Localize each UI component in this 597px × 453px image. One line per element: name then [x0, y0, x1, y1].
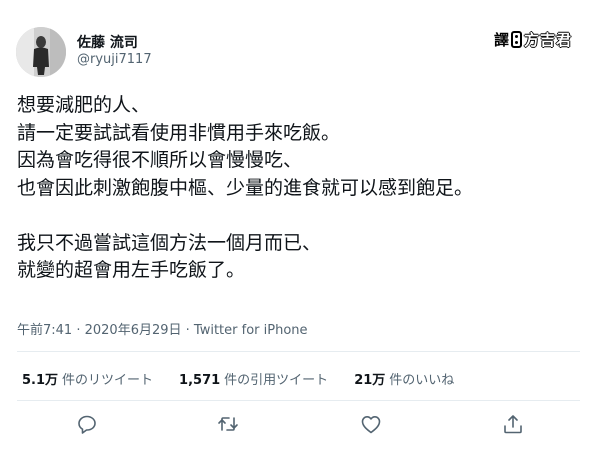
likes-stat[interactable]: 21万 件のいいね — [354, 369, 454, 388]
tweet-time[interactable]: 午前7:41 — [17, 323, 72, 338]
retweet-button[interactable] — [216, 412, 240, 436]
retweets-label: 件のリツイート — [62, 373, 154, 388]
retweets-stat[interactable]: 5.1万 件のリツイート — [22, 369, 153, 388]
tweet-line: 因為會吃得很不順所以會慢慢吃、 — [17, 149, 303, 171]
heart-icon — [361, 416, 381, 434]
meta-separator: · — [181, 323, 194, 338]
tweet-line: 也會因此刺激飽腹中樞、少量的進食就可以感到飽足。 — [17, 176, 474, 199]
watermark-prefix: 譯 — [494, 30, 510, 49]
reply-button[interactable] — [75, 412, 99, 436]
display-name[interactable]: 佐藤 流司 — [77, 32, 138, 52]
tweet-text: 想要減肥的人、 請一定要試試看使用非慣用手來吃飯。 因為會吃得很不順所以會慢慢吃… — [17, 92, 587, 285]
tweet-line: 想要減肥的人、 — [17, 94, 151, 116]
avatar[interactable] — [16, 27, 66, 77]
avatar-image — [16, 27, 66, 77]
user-handle[interactable]: @ryuji7117 — [77, 52, 152, 67]
tweet-line: 我只不過嘗試這個方法一個月而已、 — [17, 231, 322, 254]
tweet-stats: 5.1万 件のリツイート 1,571 件の引用ツイート 21万 件のいいね — [22, 369, 480, 388]
retweet-icon — [218, 417, 238, 431]
quotes-stat[interactable]: 1,571 件の引用ツイート — [179, 369, 328, 388]
watermark: 譯 方吉君 — [494, 28, 572, 50]
tweet-line: 就變的超會用左手吃飯了。 — [17, 259, 246, 281]
likes-label: 件のいいね — [389, 373, 455, 388]
like-button[interactable] — [359, 412, 383, 436]
tweet-source[interactable]: Twitter for iPhone — [194, 323, 308, 338]
tweet-line: 請一定要試試看使用非慣用手來吃飯。 — [17, 121, 341, 144]
meta-separator: · — [72, 323, 85, 338]
retweets-count: 5.1万 — [22, 373, 59, 388]
tweet-meta: 午前7:41 · 2020年6月29日 · Twitter for iPhone — [17, 319, 308, 338]
reply-icon — [78, 415, 96, 434]
action-bar — [0, 412, 597, 440]
divider — [17, 400, 580, 401]
colon-icon — [511, 30, 523, 48]
likes-count: 21万 — [354, 373, 386, 388]
divider — [17, 351, 580, 352]
watermark-text: 方吉君 — [524, 30, 573, 49]
quotes-count: 1,571 — [179, 373, 221, 388]
share-button[interactable] — [501, 412, 525, 436]
quotes-label: 件の引用ツイート — [224, 373, 329, 388]
tweet-date[interactable]: 2020年6月29日 — [85, 323, 182, 338]
share-icon — [504, 415, 522, 434]
